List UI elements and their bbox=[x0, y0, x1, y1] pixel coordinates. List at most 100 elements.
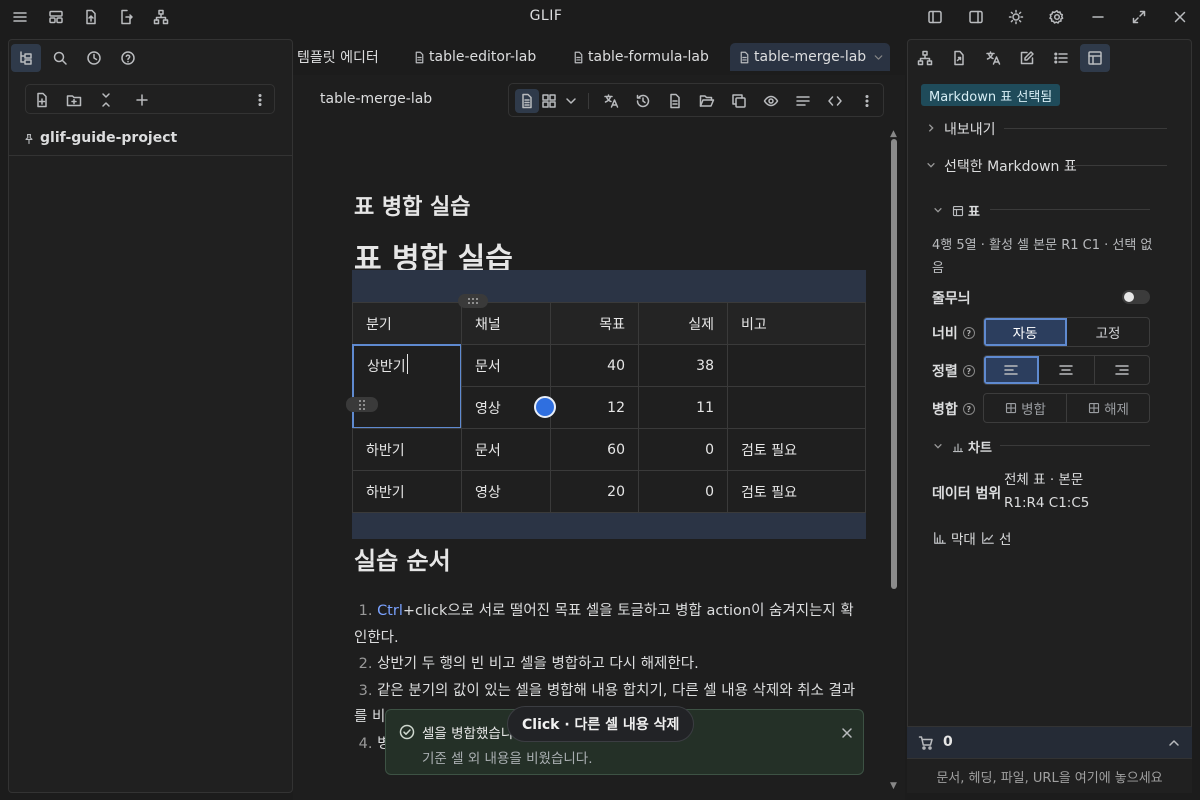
left-sidebar-toggle-icon[interactable] bbox=[925, 7, 945, 27]
translate-icon[interactable] bbox=[602, 92, 620, 110]
section-export[interactable]: 내보내기 bbox=[926, 119, 996, 139]
note-title[interactable]: table-merge-lab bbox=[320, 91, 432, 107]
tab-template-editor[interactable]: 템플릿 에디터 bbox=[293, 43, 387, 71]
add-icon[interactable] bbox=[133, 91, 151, 109]
history-icon[interactable] bbox=[634, 92, 652, 110]
keyword-link[interactable]: Ctrl bbox=[377, 603, 403, 619]
copy-icon[interactable] bbox=[730, 92, 748, 110]
table-cell[interactable]: 38 bbox=[638, 344, 728, 387]
help-icon[interactable]: ? bbox=[962, 403, 975, 415]
tab-backlinks[interactable] bbox=[944, 44, 974, 72]
document-text-icon[interactable] bbox=[666, 92, 684, 110]
table-icon bbox=[951, 204, 965, 218]
folder-open-icon[interactable] bbox=[698, 92, 716, 110]
help-icon[interactable]: ? bbox=[962, 365, 975, 377]
more-options-icon[interactable] bbox=[858, 92, 876, 110]
divider bbox=[990, 209, 1150, 210]
more-options-icon[interactable] bbox=[251, 91, 269, 109]
table-cell[interactable]: 문서 bbox=[461, 428, 551, 471]
merge-label: 병합? bbox=[932, 399, 975, 419]
table-header-cell[interactable]: 목표 bbox=[550, 302, 639, 345]
minimize-icon[interactable] bbox=[1088, 7, 1108, 27]
table-cell[interactable]: 0 bbox=[638, 428, 728, 471]
merge-button[interactable]: 병합 bbox=[984, 394, 1067, 422]
align-right-option[interactable] bbox=[1095, 356, 1149, 384]
width-auto-option[interactable]: 자동 bbox=[984, 318, 1067, 346]
table-cell[interactable]: 11 bbox=[638, 386, 728, 429]
tab-outline[interactable] bbox=[1046, 44, 1076, 72]
tab-edit[interactable] bbox=[1012, 44, 1042, 72]
chart-type-line[interactable]: 선 bbox=[980, 528, 1011, 548]
eye-icon[interactable] bbox=[762, 92, 780, 110]
section-selected-table[interactable]: 선택한 Markdown 표 bbox=[926, 156, 1077, 176]
drop-zone[interactable]: 문서, 헤딩, 파일, URL을 여기에 놓으세요 bbox=[907, 758, 1192, 793]
table-cell[interactable]: 하반기 bbox=[352, 470, 462, 513]
unmerge-button[interactable]: 해제 bbox=[1067, 394, 1149, 422]
align-center-option[interactable] bbox=[1039, 356, 1095, 384]
editor-toolbar bbox=[508, 83, 884, 117]
vault-name: glif-guide-project bbox=[40, 130, 178, 146]
cart-bar[interactable]: 0 bbox=[907, 726, 1192, 758]
sun-icon[interactable] bbox=[1006, 7, 1026, 27]
pointer-indicator bbox=[534, 396, 556, 418]
table-cell[interactable]: 검토 필요 bbox=[727, 428, 866, 471]
table-cell[interactable]: 40 bbox=[550, 344, 639, 387]
tab-table-tools[interactable] bbox=[1080, 44, 1110, 72]
scroll-up-arrow[interactable]: ▲ bbox=[890, 129, 897, 139]
tab-recent[interactable] bbox=[79, 44, 109, 72]
close-icon[interactable] bbox=[1170, 7, 1190, 27]
table-cell-merged-selected[interactable]: 상반기 bbox=[352, 344, 462, 429]
tab-search[interactable] bbox=[45, 44, 75, 72]
table-header-cell[interactable]: 비고 bbox=[727, 302, 866, 345]
table-header-cell[interactable]: 분기 bbox=[352, 302, 462, 345]
close-icon[interactable] bbox=[838, 724, 856, 742]
table-cell[interactable]: 20 bbox=[550, 470, 639, 513]
tab-help[interactable] bbox=[113, 44, 143, 72]
new-note-icon[interactable] bbox=[33, 91, 51, 109]
table-header-cell[interactable]: 실제 bbox=[638, 302, 728, 345]
grid-view-icon[interactable] bbox=[540, 92, 558, 110]
tab-file-tree[interactable] bbox=[11, 44, 41, 72]
tab-graph[interactable] bbox=[910, 44, 940, 72]
code-icon[interactable] bbox=[826, 92, 844, 110]
tab-translate[interactable] bbox=[978, 44, 1008, 72]
table-cell[interactable]: 영상 bbox=[461, 470, 551, 513]
align-left-option[interactable] bbox=[984, 356, 1040, 384]
subsection-chart[interactable]: 차트 bbox=[933, 437, 992, 456]
table-cell[interactable]: 60 bbox=[550, 428, 639, 471]
file-tree-toolbar bbox=[25, 84, 275, 114]
settings-gear-icon[interactable] bbox=[1047, 7, 1067, 27]
clock-icon bbox=[85, 49, 103, 67]
table-cell[interactable]: 문서 bbox=[461, 344, 551, 387]
chevron-up-icon[interactable] bbox=[1165, 734, 1183, 752]
subsection-table[interactable]: 표 bbox=[933, 201, 980, 220]
column-drag-handle[interactable] bbox=[458, 294, 488, 308]
table-icon bbox=[1086, 49, 1104, 67]
scroll-down-arrow[interactable]: ▼ bbox=[890, 781, 897, 791]
chevron-down-icon[interactable] bbox=[562, 92, 580, 110]
new-folder-icon[interactable] bbox=[65, 91, 83, 109]
chart-type-bar[interactable]: 막대 bbox=[932, 528, 976, 548]
maximize-icon[interactable] bbox=[1129, 7, 1149, 27]
table-cell[interactable]: 0 bbox=[638, 470, 728, 513]
editor-scrollbar[interactable] bbox=[891, 139, 897, 589]
row-drag-handle[interactable] bbox=[346, 397, 378, 412]
action-hint-pill: Click · 다른 셀 내용 삭제 bbox=[507, 706, 695, 742]
table-cell[interactable]: 12 bbox=[550, 386, 639, 429]
table-cell[interactable]: 검토 필요 bbox=[727, 470, 866, 513]
data-range-value[interactable]: 전체 표 · 본문 R1:R4 C1:C5 bbox=[1004, 469, 1124, 515]
align-left-icon[interactable] bbox=[794, 92, 812, 110]
reading-view-icon[interactable] bbox=[515, 89, 539, 113]
width-fixed-option[interactable]: 고정 bbox=[1067, 318, 1149, 346]
help-icon[interactable]: ? bbox=[962, 327, 975, 339]
tab-table-editor-lab[interactable]: table-editor-lab bbox=[404, 43, 544, 71]
table-cell[interactable] bbox=[727, 386, 866, 429]
right-sidebar-toggle-icon[interactable] bbox=[966, 7, 986, 27]
tab-table-formula-lab[interactable]: table-formula-lab bbox=[563, 43, 717, 71]
chevron-down-icon[interactable] bbox=[872, 50, 885, 64]
table-cell[interactable]: 하반기 bbox=[352, 428, 462, 471]
vault-row[interactable]: glif-guide-project bbox=[9, 124, 292, 156]
tab-table-merge-lab[interactable]: table-merge-lab bbox=[730, 43, 890, 71]
collapse-all-icon[interactable] bbox=[97, 91, 115, 109]
table-cell[interactable] bbox=[727, 344, 866, 387]
